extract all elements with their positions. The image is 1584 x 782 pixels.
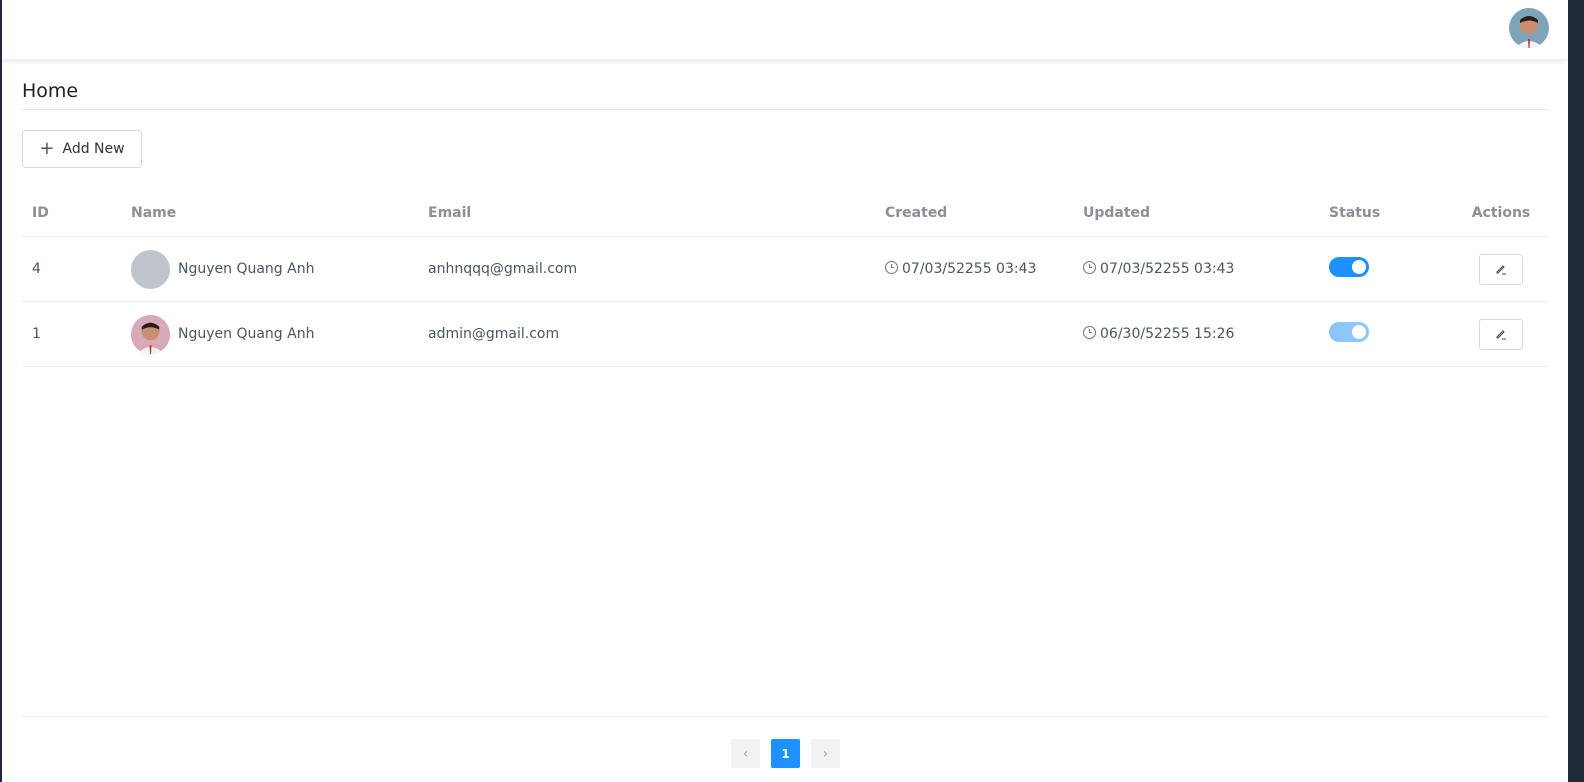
divider xyxy=(22,109,1548,110)
cell-updated: 07/03/52255 03:43 xyxy=(1073,236,1319,302)
col-email[interactable]: Email xyxy=(418,190,875,237)
col-name[interactable]: Name xyxy=(121,190,418,237)
edit-button[interactable] xyxy=(1479,318,1523,350)
cell-actions xyxy=(1454,301,1548,367)
cell-status xyxy=(1319,236,1454,302)
col-status[interactable]: Status xyxy=(1319,190,1454,237)
clock-icon xyxy=(1083,261,1096,274)
cell-id: 4 xyxy=(22,236,121,302)
add-new-button[interactable]: + Add New xyxy=(22,130,142,168)
edit-button[interactable] xyxy=(1479,253,1523,285)
add-new-label: Add New xyxy=(62,141,125,157)
cell-name: Nguyen Quang Anh xyxy=(121,236,418,302)
avatar xyxy=(131,314,170,354)
cell-email: admin@gmail.com xyxy=(418,301,875,367)
plus-icon: + xyxy=(39,138,55,159)
cell-email: anhnqqq@gmail.com xyxy=(418,236,875,302)
status-toggle[interactable] xyxy=(1329,322,1369,342)
user-name: Nguyen Quang Anh xyxy=(178,261,315,277)
cell-created: 07/03/52255 03:43 xyxy=(875,236,1073,302)
pagination: ‹ 1 › xyxy=(731,739,840,768)
status-toggle[interactable] xyxy=(1329,257,1369,277)
user-avatar[interactable] xyxy=(1509,8,1549,48)
edit-icon xyxy=(1496,265,1506,275)
table-row: 4 Nguyen Quang Anh anhnqqq@gmail.com 07/… xyxy=(22,236,1548,302)
prev-page-button[interactable]: ‹ xyxy=(731,739,760,768)
avatar-placeholder xyxy=(131,249,170,289)
edit-icon xyxy=(1496,330,1506,340)
updated-date: 07/03/52255 03:43 xyxy=(1100,261,1235,277)
cell-updated: 06/30/52255 15:26 xyxy=(1073,301,1319,367)
clock-icon xyxy=(1083,326,1096,339)
page-1-button[interactable]: 1 xyxy=(771,739,800,768)
user-name: Nguyen Quang Anh xyxy=(178,326,315,342)
page-title: Home xyxy=(22,80,79,102)
cell-status xyxy=(1319,301,1454,367)
col-id[interactable]: ID xyxy=(22,190,121,237)
table-header-row: ID Name Email Created Updated Status Act… xyxy=(22,190,1548,237)
col-updated[interactable]: Updated xyxy=(1073,190,1319,237)
created-date: 07/03/52255 03:43 xyxy=(902,261,1037,277)
table-row: 1 Nguyen Quang Anh admin@gmail.com 06/30… xyxy=(22,301,1548,367)
clock-icon xyxy=(885,261,898,274)
divider xyxy=(22,716,1548,717)
users-table: ID Name Email Created Updated Status Act… xyxy=(22,190,1548,367)
next-page-button[interactable]: › xyxy=(811,739,840,768)
updated-date: 06/30/52255 15:26 xyxy=(1100,326,1235,342)
col-actions: Actions xyxy=(1454,190,1548,237)
cell-actions xyxy=(1454,236,1548,302)
cell-created xyxy=(875,301,1073,367)
top-bar xyxy=(2,0,1568,60)
cell-id: 1 xyxy=(22,301,121,367)
col-created[interactable]: Created xyxy=(875,190,1073,237)
cell-name: Nguyen Quang Anh xyxy=(121,301,418,367)
app-frame: Home + Add New ID Name Email Created Upd… xyxy=(2,0,1568,782)
